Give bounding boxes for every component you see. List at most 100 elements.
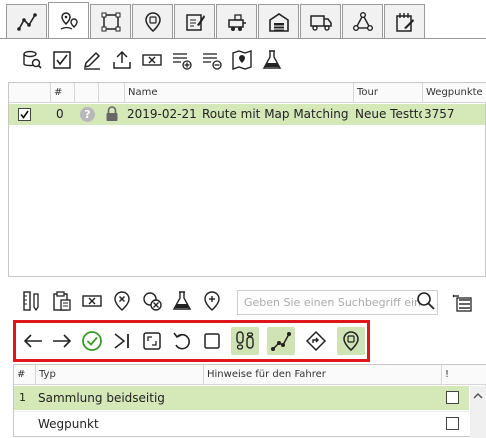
checkmark-icon [20,110,29,119]
depot-building-icon [268,12,289,32]
undo-icon [173,332,190,350]
remove-button[interactable] [138,46,166,74]
delete-circle-icon [143,292,162,311]
row-waypoints: 3757 [424,107,455,121]
tab-location-pin[interactable] [132,4,173,38]
clipboard-button[interactable] [48,287,76,315]
route-graph-icon [16,12,37,31]
row-checkbox[interactable] [18,108,31,121]
tab-bar [0,0,486,40]
pencil-icon [83,51,101,70]
row-name: Route mit Map Matching [202,107,349,121]
search-icon[interactable] [416,291,436,311]
route-table-header: # Name Tour Wegpunkte [9,83,486,103]
check-all-button[interactable] [48,46,76,74]
row-tour: Neue Testto [355,107,422,121]
table-row[interactable]: 0 ? 2019-02-21 Route mit Map Matching Ne… [9,104,485,125]
list-add-icon [173,53,192,70]
confirm-button[interactable] [78,327,106,355]
turn-direction-button[interactable] [302,327,330,355]
clear-box-icon [142,54,162,66]
edit-button[interactable] [78,46,106,74]
tab-depot-building[interactable] [258,4,299,38]
search-placeholder: Geben Sie einen Suchbegriff ein [244,296,421,309]
location-marker-button[interactable] [337,327,365,355]
clear-button[interactable] [78,287,106,315]
route-table: # Name Tour Wegpunkte 0 ? 2019-02-21 Rou… [8,82,486,277]
arrow-left-icon [23,334,42,348]
column-header-status[interactable] [75,83,99,103]
remove-waypoint-button[interactable] [108,287,136,315]
column-header-tour[interactable]: Tour [354,83,423,103]
network-nodes-icon [352,11,373,31]
add-list-button[interactable] [168,46,196,74]
remove-list-button[interactable] [198,46,226,74]
map-button[interactable] [228,46,256,74]
footprints-button[interactable] [231,327,259,355]
column-header-name[interactable]: Name [125,83,354,103]
column-header-flag[interactable]: ! [442,365,466,385]
fit-screen-icon [143,332,161,350]
search-input[interactable]: Geben Sie einen Suchbegriff ein [237,290,438,315]
row-flag-checkbox[interactable] [446,417,459,430]
tab-route-graph[interactable] [6,4,47,38]
column-header-waypoints[interactable]: Wegpunkte [423,83,486,103]
table-row[interactable]: Wegpunkt [14,411,469,435]
notepad-icon [395,12,414,32]
truck-icon [309,14,332,31]
column-header-type[interactable]: Typ [36,365,204,385]
waypoint-table: # Typ Hinweise für den Fahrer ! 1 Sammlu… [13,364,486,438]
add-waypoint-button[interactable] [198,287,226,315]
stop-button[interactable] [198,327,226,355]
tab-truck[interactable] [300,4,341,38]
filter-list-button[interactable] [448,289,476,317]
previous-button[interactable] [19,327,47,355]
undo-button[interactable] [168,327,196,355]
vehicle-cart-icon [227,13,246,31]
pin-add-icon [204,291,220,311]
lab-button-2[interactable] [168,287,196,315]
scrollbar[interactable] [470,386,486,438]
measure-button[interactable] [18,287,46,315]
waypoint-table-header: # Typ Hinweise für den Fahrer ! [14,365,486,385]
waypoint-action-toolbar [19,326,369,356]
column-header-driver-hints[interactable]: Hinweise für den Fahrer [204,365,442,385]
flask-icon [172,291,192,310]
delete-selection-button[interactable] [138,287,166,315]
skip-to-end-button[interactable] [108,327,136,355]
tab-area-select[interactable] [90,4,131,38]
edit-form-icon [185,13,205,31]
next-button[interactable] [48,327,76,355]
tab-edit-form[interactable] [174,4,215,38]
scroll-up-icon[interactable] [470,390,486,402]
upload-button[interactable] [108,46,136,74]
row-number: 0 [56,107,64,121]
lab-button[interactable] [258,46,286,74]
tab-vehicle-cart[interactable] [216,4,257,38]
column-header-select[interactable] [9,83,51,103]
check-circle-icon [82,331,102,351]
tab-waypoints[interactable] [48,2,89,39]
column-header-number[interactable]: # [51,83,75,103]
tab-network-nodes[interactable] [342,4,383,38]
footprints-icon [236,331,254,350]
row-flag-checkbox[interactable] [446,391,459,404]
fit-view-button[interactable] [138,327,166,355]
row-type: Wegpunkt [38,417,99,431]
tab-divider [0,38,486,39]
checkbox-checked-icon [53,51,71,69]
skip-forward-icon [114,333,129,349]
database-search-icon [23,50,42,69]
column-header-number[interactable]: # [14,365,36,385]
column-header-lock[interactable] [99,83,125,103]
route-toolbar [16,46,296,76]
ruler-pencil-icon [23,291,39,312]
table-row[interactable]: 1 Sammlung beidseitig [14,386,469,410]
route-edit-button[interactable] [267,327,295,355]
database-search-button[interactable] [18,46,46,74]
help-icon: ? [80,107,95,122]
tab-notepad[interactable] [384,4,425,38]
clear-box-icon [82,295,102,307]
pin-remove-icon [114,291,130,311]
location-pin-icon [144,11,161,32]
